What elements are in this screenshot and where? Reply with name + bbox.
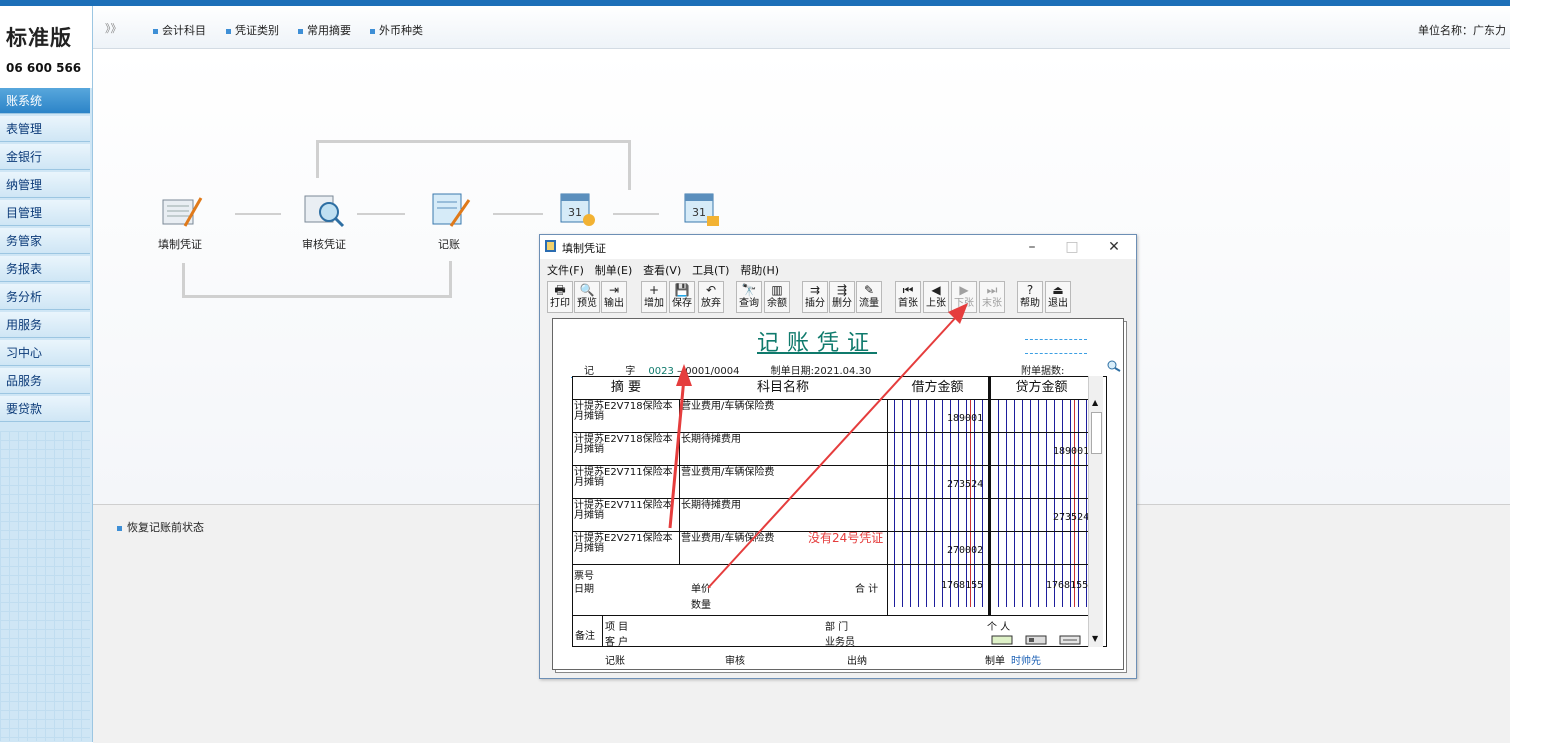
annotation-arrows bbox=[668, 303, 968, 589]
arrow-head-icon bbox=[676, 364, 692, 386]
annotation-arrow-to-next bbox=[707, 314, 959, 589]
arrow-head-icon bbox=[948, 303, 968, 324]
annotation-arrow-to-number bbox=[668, 377, 686, 529]
